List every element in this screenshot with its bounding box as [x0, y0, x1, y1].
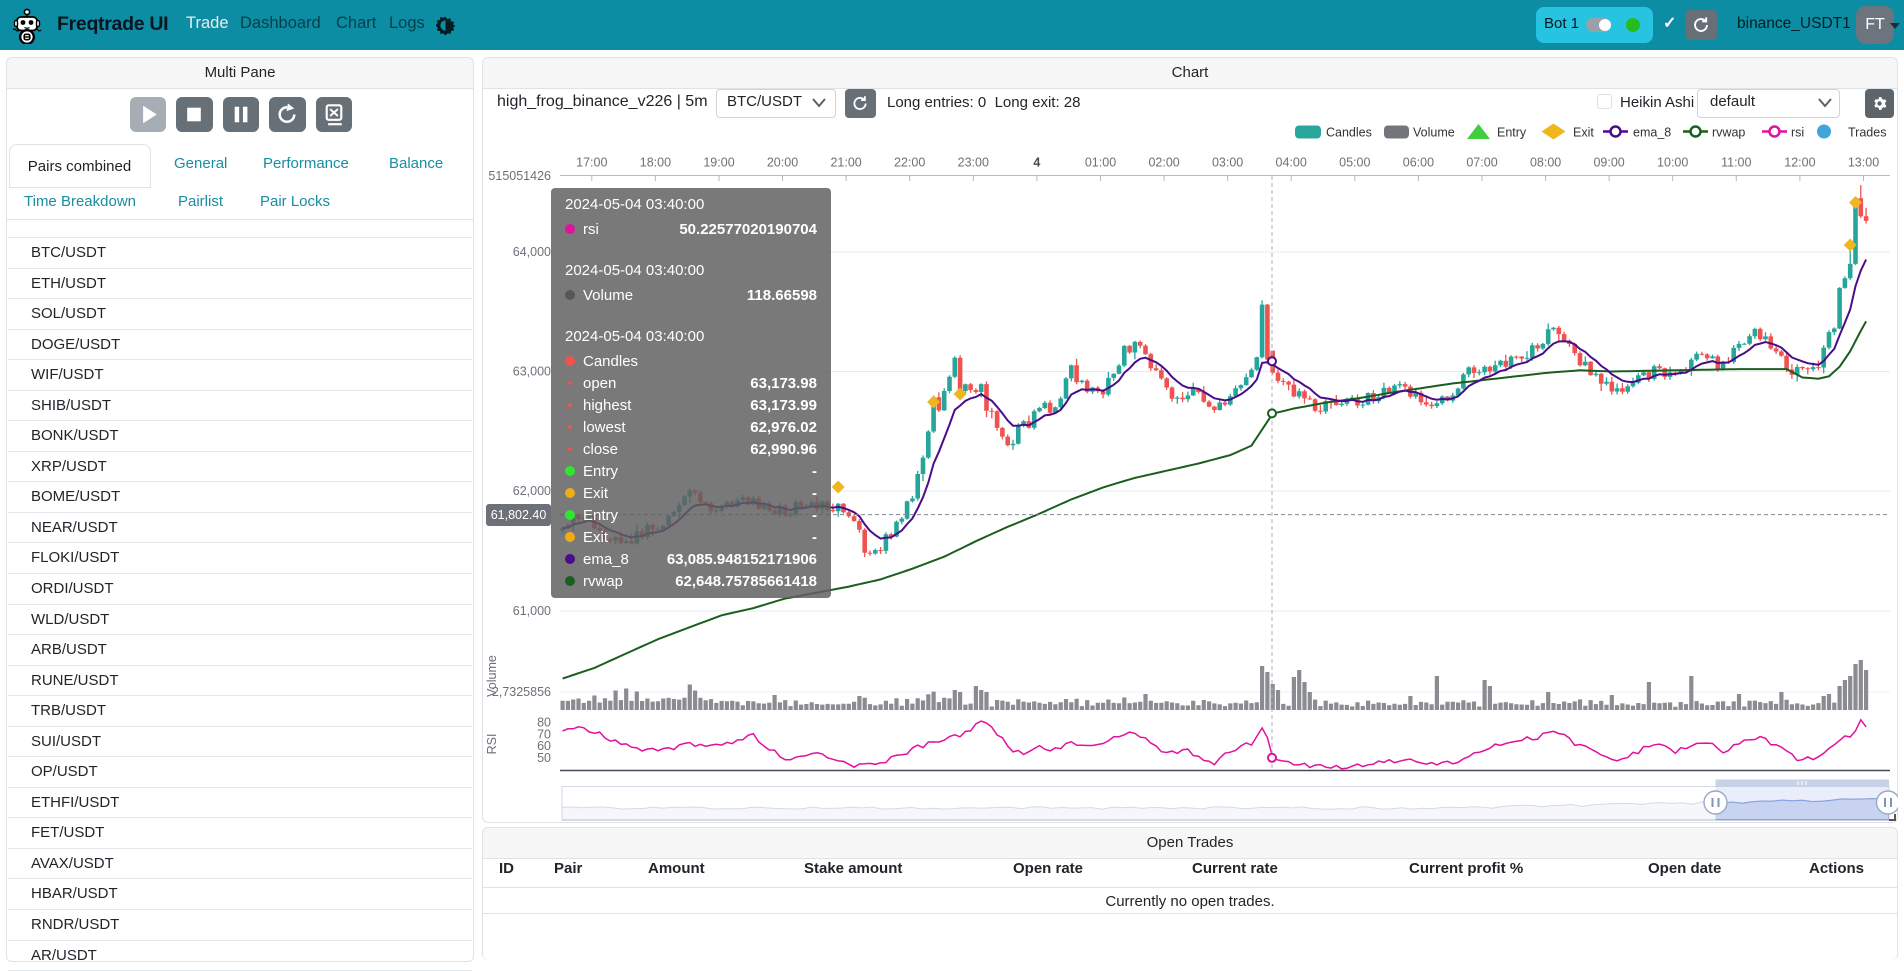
svg-text:Exit: Exit — [1573, 126, 1594, 140]
svg-text:61,000: 61,000 — [513, 604, 551, 618]
svg-text:23:00: 23:00 — [958, 156, 989, 170]
svg-text:06:00: 06:00 — [1403, 156, 1434, 170]
svg-text:11:00: 11:00 — [1721, 156, 1751, 170]
svg-text:03:00: 03:00 — [1212, 156, 1243, 170]
svg-text:13:00: 13:00 — [1848, 156, 1879, 170]
svg-text:Volume: Volume — [485, 655, 499, 697]
svg-text:01:00: 01:00 — [1085, 156, 1116, 170]
svg-text:02:00: 02:00 — [1148, 156, 1179, 170]
svg-text:22:00: 22:00 — [894, 156, 925, 170]
svg-text:Volume: Volume — [1413, 126, 1455, 140]
svg-text:10:00: 10:00 — [1657, 156, 1688, 170]
svg-text:05:00: 05:00 — [1339, 156, 1370, 170]
svg-text:Candles: Candles — [1326, 126, 1372, 140]
svg-text:12:00: 12:00 — [1784, 156, 1815, 170]
svg-text:2,7325856: 2,7325856 — [492, 685, 551, 699]
svg-text:20:00: 20:00 — [767, 156, 798, 170]
svg-text:63,000: 63,000 — [513, 365, 551, 379]
svg-text:18:00: 18:00 — [640, 156, 671, 170]
svg-text:ema_8: ema_8 — [1633, 126, 1671, 140]
svg-text:rsi: rsi — [1791, 126, 1804, 140]
svg-text:08:00: 08:00 — [1530, 156, 1561, 170]
svg-text:RSI: RSI — [485, 734, 499, 755]
svg-text:19:00: 19:00 — [703, 156, 734, 170]
svg-text:50: 50 — [537, 751, 551, 765]
svg-text:04:00: 04:00 — [1276, 156, 1307, 170]
svg-text:21:00: 21:00 — [830, 156, 861, 170]
svg-text:515051426: 515051426 — [488, 169, 551, 183]
svg-text:09:00: 09:00 — [1593, 156, 1624, 170]
svg-text:Trades: Trades — [1848, 126, 1886, 140]
svg-text:64,000: 64,000 — [513, 245, 551, 259]
svg-text:62,000: 62,000 — [513, 484, 551, 498]
svg-text:Entry: Entry — [1497, 126, 1527, 140]
svg-text:07:00: 07:00 — [1466, 156, 1497, 170]
svg-text:4: 4 — [1033, 156, 1040, 170]
svg-text:17:00: 17:00 — [576, 156, 607, 170]
svg-text:rvwap: rvwap — [1712, 126, 1745, 140]
